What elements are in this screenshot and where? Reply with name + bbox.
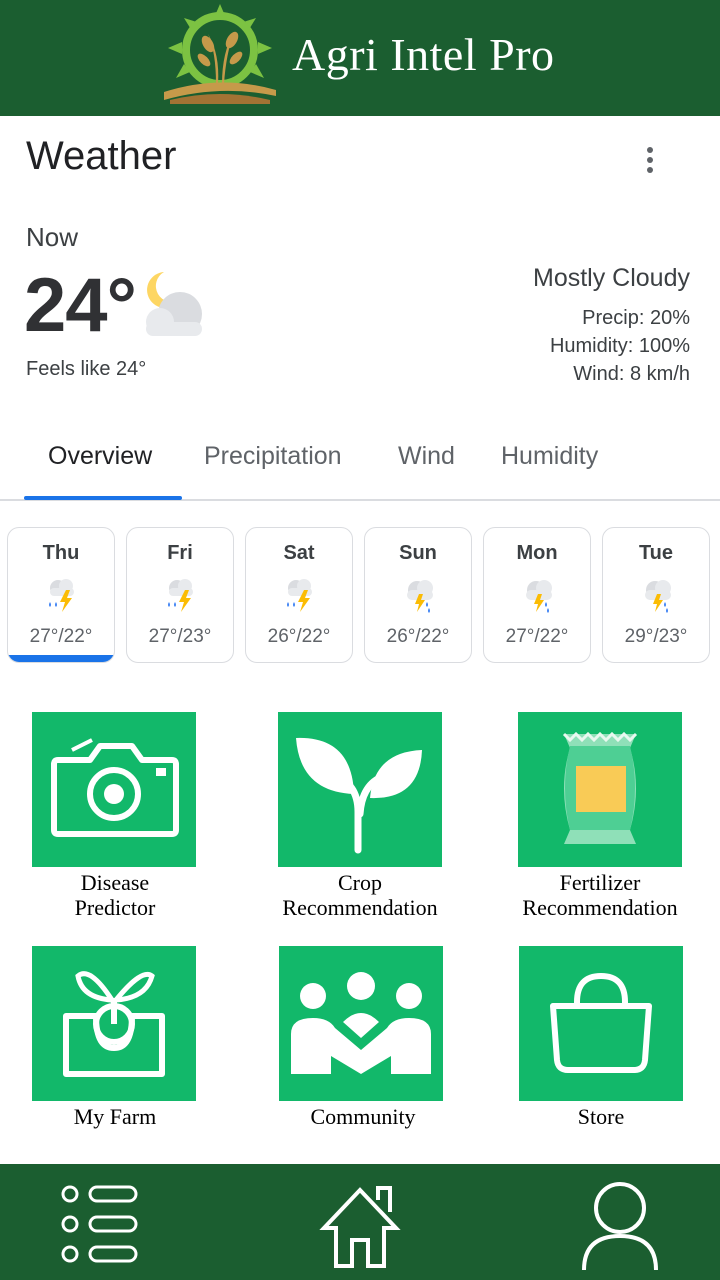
- fertilizer-recommendation-label: Fertilizer Recommendation: [522, 870, 678, 920]
- forecast-temps: 29°/23°: [624, 626, 688, 647]
- forecast-day-name: Fri: [167, 542, 193, 564]
- weather-title: Weather: [26, 134, 177, 178]
- thunderstorm-rain-icon: [287, 579, 312, 612]
- plant-icon: [296, 737, 422, 854]
- app-header: Agri Intel Pro: [0, 0, 720, 116]
- home-icon: [319, 1186, 401, 1268]
- disease-predictor-tile[interactable]: [32, 712, 196, 867]
- nav-profile-button[interactable]: [570, 1174, 670, 1272]
- forecast-temps: 26°/22°: [386, 626, 450, 647]
- forecast-temps: 27°/22°: [29, 626, 93, 647]
- forecast-day-name: Mon: [516, 542, 558, 564]
- app-logo-icon: [164, 4, 276, 104]
- forecast-temps: 27°/23°: [148, 626, 212, 647]
- my-farm-tile[interactable]: [32, 946, 196, 1101]
- forecast-day-mon[interactable]: Mon 27°/22°: [483, 527, 591, 663]
- crop-recommendation-label: Crop Recommendation: [282, 870, 438, 920]
- tab-selected-indicator: [24, 496, 182, 500]
- tab-overview[interactable]: Overview: [48, 442, 152, 471]
- forecast-day-name: Sat: [283, 542, 315, 564]
- camera-icon: [51, 738, 179, 837]
- cloud-storm-icon: [407, 580, 433, 613]
- thunderstorm-rain-icon: [168, 579, 193, 612]
- tab-precipitation[interactable]: Precipitation: [204, 442, 342, 471]
- forecast-day-thu[interactable]: Thu 27°/22°: [7, 527, 115, 663]
- forecast-day-name: Sun: [399, 542, 437, 564]
- community-tile[interactable]: [279, 946, 443, 1101]
- fertilizer-recommendation-tile[interactable]: [518, 712, 682, 867]
- community-icon: [291, 972, 431, 1074]
- weather-tabs: Overview Precipitation Wind Humidity: [0, 428, 720, 501]
- user-icon: [582, 1182, 658, 1271]
- forecast-temps: 27°/22°: [505, 626, 569, 647]
- nav-menu-button[interactable]: [50, 1174, 150, 1272]
- fertilizer-bag-icon: [562, 731, 638, 844]
- forecast-day-sat[interactable]: Sat 26°/22°: [245, 527, 353, 663]
- tab-wind[interactable]: Wind: [398, 442, 455, 471]
- cloud-storm-icon: [526, 580, 552, 613]
- forecast-day-name: Thu: [42, 542, 80, 564]
- forecast-day-sun[interactable]: Sun 26°/22°: [364, 527, 472, 663]
- forecast-selected-indicator: [8, 655, 114, 662]
- crop-recommendation-tile[interactable]: [278, 712, 442, 867]
- nav-home-button[interactable]: [310, 1174, 410, 1272]
- forecast-temps: 26°/22°: [267, 626, 331, 647]
- weather-condition: Mostly Cloudy: [533, 264, 690, 292]
- seedling-pot-icon: [63, 971, 165, 1077]
- thunderstorm-rain-icon: [49, 579, 74, 612]
- list-menu-icon: [61, 1185, 138, 1263]
- shopping-bag-icon: [550, 972, 652, 1073]
- my-farm-label: My Farm: [73, 1104, 157, 1129]
- store-tile[interactable]: [519, 946, 683, 1101]
- wind-value: Wind: 8 km/h: [573, 363, 690, 385]
- community-label: Community: [310, 1104, 416, 1129]
- store-label: Store: [577, 1104, 625, 1129]
- current-temperature: 24°: [24, 263, 137, 348]
- bottom-navigation: [0, 1164, 720, 1280]
- forecast-day-name: Tue: [638, 542, 674, 564]
- now-label: Now: [26, 222, 79, 252]
- precipitation-value: Precip: 20%: [582, 307, 690, 329]
- moon-cloud-icon: [146, 272, 202, 336]
- forecast-day-tue[interactable]: Tue 29°/23°: [602, 527, 710, 663]
- disease-predictor-label: Disease Predictor: [74, 870, 156, 920]
- humidity-value: Humidity: 100%: [549, 335, 690, 357]
- app-title: Agri Intel Pro: [292, 29, 555, 80]
- feels-like: Feels like 24°: [26, 358, 147, 380]
- tab-humidity[interactable]: Humidity: [501, 442, 598, 471]
- more-options-icon[interactable]: [640, 144, 660, 176]
- cloud-storm-icon: [645, 580, 671, 613]
- forecast-day-fri[interactable]: Fri 27°/23°: [126, 527, 234, 663]
